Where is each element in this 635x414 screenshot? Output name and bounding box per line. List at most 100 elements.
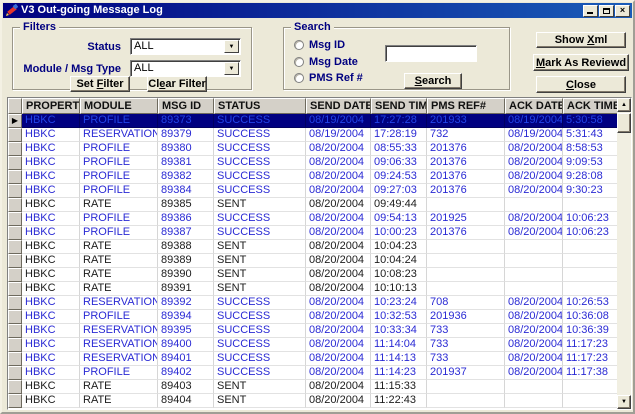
status-dropdown[interactable]: ALL ▼ — [130, 38, 241, 55]
column-header-property[interactable]: PROPERTY — [22, 98, 80, 114]
cell-send-time: 11:22:43 — [371, 394, 427, 408]
titlebar[interactable]: V3 Out-going Message Log × — [3, 3, 632, 18]
table-row[interactable]: HBKCPROFILE89381SUCCESS08/20/200409:06:3… — [8, 156, 617, 170]
table-row[interactable]: HBKCRESERVATION89379SUCCESS08/19/200417:… — [8, 128, 617, 142]
set-filter-button[interactable]: Set Filter — [70, 76, 130, 92]
table-row[interactable]: HBKCRATE89403SENT08/20/200411:15:33 — [8, 380, 617, 394]
status-dropdown-arrow-icon[interactable]: ▼ — [224, 40, 239, 53]
cell-send-date: 08/20/2004 — [306, 352, 371, 366]
maximize-button[interactable] — [599, 5, 614, 17]
module-msg-type-dropdown-value: ALL — [131, 62, 224, 75]
row-selector-cell[interactable] — [8, 128, 22, 142]
table-row[interactable]: HBKCRATE89389SENT08/20/200410:04:24 — [8, 254, 617, 268]
cell-ack-time: 9:30:23 — [563, 184, 617, 198]
msg-id-radio[interactable] — [294, 40, 304, 50]
row-selector-cell[interactable] — [8, 268, 22, 282]
table-row[interactable]: HBKCPROFILE89386SUCCESS08/20/200409:54:1… — [8, 212, 617, 226]
table-row[interactable]: HBKCRATE89385SENT08/20/200409:49:44 — [8, 198, 617, 212]
column-header-status[interactable]: STATUS — [214, 98, 306, 114]
column-header-send-date[interactable]: SEND DATE — [306, 98, 371, 114]
table-row[interactable]: HBKCRESERVATION89401SUCCESS08/20/200411:… — [8, 352, 617, 366]
scroll-up-button[interactable]: ▲ — [617, 98, 631, 112]
cell-property: HBKC — [22, 394, 80, 408]
column-header-send-time[interactable]: SEND TIME — [371, 98, 427, 114]
close-window-button[interactable]: × — [615, 5, 630, 17]
table-row[interactable]: ▶HBKCPROFILE89373SUCCESS08/19/200417:27:… — [8, 114, 617, 128]
show-xml-button[interactable]: Show Xml — [536, 32, 626, 48]
cell-module: RATE — [80, 282, 158, 296]
row-selector-cell[interactable] — [8, 366, 22, 380]
cell-status: SUCCESS — [214, 324, 306, 338]
column-header-msg-id[interactable]: MSG ID — [158, 98, 214, 114]
cell-send-date: 08/20/2004 — [306, 310, 371, 324]
cell-ack-time: 10:36:08 — [563, 310, 617, 324]
row-selector-cell[interactable] — [8, 394, 22, 408]
table-row[interactable]: HBKCPROFILE89387SUCCESS08/20/200410:00:2… — [8, 226, 617, 240]
cell-property: HBKC — [22, 324, 80, 338]
cell-ack-date: 08/20/2004 — [505, 212, 563, 226]
module-dropdown-arrow-icon[interactable]: ▼ — [224, 62, 239, 75]
pms-ref-radio[interactable] — [294, 73, 304, 83]
row-selector-cell[interactable] — [8, 324, 22, 338]
row-selector-header-cell — [8, 98, 22, 114]
window-title: V3 Out-going Message Log — [21, 4, 582, 17]
module-msg-type-dropdown[interactable]: ALL ▼ — [130, 60, 241, 77]
row-selector-cell[interactable] — [8, 310, 22, 324]
grid-vertical-scrollbar[interactable]: ▲ ▼ — [617, 98, 631, 409]
table-row[interactable]: HBKCRATE89390SENT08/20/200410:08:23 — [8, 268, 617, 282]
search-button[interactable]: Search — [404, 73, 462, 89]
column-header-ack-time[interactable]: ACK TIME — [563, 98, 617, 114]
table-row[interactable]: HBKCPROFILE89394SUCCESS08/20/200410:32:5… — [8, 310, 617, 324]
row-selector-cell[interactable] — [8, 212, 22, 226]
cell-send-time: 09:06:33 — [371, 156, 427, 170]
row-selector-cell[interactable] — [8, 282, 22, 296]
cell-pms-ref- — [427, 254, 505, 268]
table-row[interactable]: HBKCPROFILE89380SUCCESS08/20/200408:55:3… — [8, 142, 617, 156]
table-row[interactable]: HBKCRESERVATION89395SUCCESS08/20/200410:… — [8, 324, 617, 338]
cell-ack-date — [505, 380, 563, 394]
table-row[interactable]: HBKCRATE89404SENT08/20/200411:22:43 — [8, 394, 617, 408]
scroll-down-button[interactable]: ▼ — [617, 395, 631, 409]
cell-ack-time: 8:58:53 — [563, 142, 617, 156]
table-row[interactable]: HBKCRATE89391SENT08/20/200410:10:13 — [8, 282, 617, 296]
table-row[interactable]: HBKCRESERVATION89400SUCCESS08/20/200411:… — [8, 338, 617, 352]
row-selector-cell[interactable] — [8, 352, 22, 366]
row-selector-cell[interactable] — [8, 226, 22, 240]
row-selector-cell[interactable] — [8, 296, 22, 310]
row-selector-cell[interactable] — [8, 380, 22, 394]
row-selector-cell[interactable] — [8, 156, 22, 170]
column-header-module[interactable]: MODULE — [80, 98, 158, 114]
cell-ack-time: 10:36:39 — [563, 324, 617, 338]
row-selector-cell[interactable] — [8, 184, 22, 198]
column-header-ack-date[interactable]: ACK DATE — [505, 98, 563, 114]
search-input[interactable] — [385, 45, 477, 62]
cell-property: HBKC — [22, 142, 80, 156]
mark-as-reviewed-button[interactable]: Mark As Reviewd — [533, 54, 629, 71]
row-selector-cell[interactable] — [8, 338, 22, 352]
table-row[interactable]: HBKCRATE89388SENT08/20/200410:04:23 — [8, 240, 617, 254]
row-selector-cell[interactable] — [8, 142, 22, 156]
table-row[interactable]: HBKCPROFILE89402SUCCESS08/20/200411:14:2… — [8, 366, 617, 380]
table-row[interactable]: HBKCRESERVATION89392SUCCESS08/20/200410:… — [8, 296, 617, 310]
msg-date-radio[interactable] — [294, 57, 304, 67]
cell-status: SUCCESS — [214, 296, 306, 310]
cell-module: RATE — [80, 254, 158, 268]
status-dropdown-value: ALL — [131, 40, 224, 53]
cell-property: HBKC — [22, 212, 80, 226]
cell-msg-id: 89400 — [158, 338, 214, 352]
table-row[interactable]: HBKCPROFILE89384SUCCESS08/20/200409:27:0… — [8, 184, 617, 198]
current-row-pointer-icon[interactable]: ▶ — [8, 114, 22, 128]
cell-property: HBKC — [22, 282, 80, 296]
cell-msg-id: 89395 — [158, 324, 214, 338]
column-header-pms-ref-[interactable]: PMS REF# — [427, 98, 505, 114]
row-selector-cell[interactable] — [8, 254, 22, 268]
minimize-button[interactable] — [583, 5, 598, 17]
row-selector-cell[interactable] — [8, 240, 22, 254]
cell-ack-time: 9:09:53 — [563, 156, 617, 170]
close-button[interactable]: Close — [536, 76, 626, 93]
row-selector-cell[interactable] — [8, 170, 22, 184]
scrollbar-thumb[interactable] — [617, 113, 631, 133]
row-selector-cell[interactable] — [8, 198, 22, 212]
table-row[interactable]: HBKCPROFILE89382SUCCESS08/20/200409:24:5… — [8, 170, 617, 184]
clear-filter-button[interactable]: Clear Filter — [147, 76, 207, 92]
